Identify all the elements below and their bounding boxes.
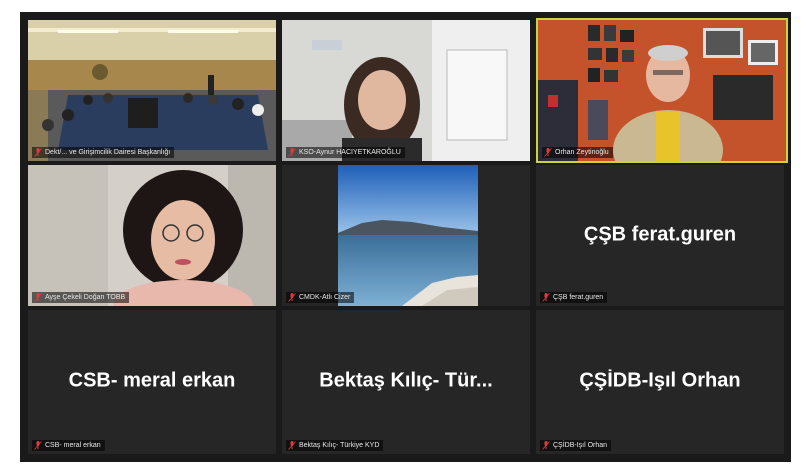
participant-name-tag: KSO-Aynur HACIYETKAROĞLU: [286, 147, 405, 158]
participant-name: ÇŞB ferat.guren: [553, 294, 604, 301]
participant-name: CMDK-Atlı Cizer: [299, 294, 351, 301]
participant-tile-7[interactable]: CSB- meral erkan CSB- meral erkan: [28, 310, 276, 454]
participant-tile-8[interactable]: Bektaş Kılıç- Tür... Bektaş Kılıç- Türki…: [282, 310, 530, 454]
participant-name-tag: Orhan Zeytinoğlu: [542, 147, 613, 158]
participant-tile-6[interactable]: ÇŞB ferat.guren ÇŞB ferat.guren: [536, 165, 784, 306]
participant-video: [28, 165, 276, 306]
participant-display-name: CSB- meral erkan: [68, 369, 236, 392]
participant-name-tag: CMDK-Atlı Cizer: [286, 292, 355, 303]
participant-name: CSB- meral erkan: [45, 442, 101, 449]
participant-tile-4[interactable]: Ayşe Çekeli Doğan TOBB: [28, 165, 276, 306]
mic-muted-icon: [288, 441, 296, 450]
mic-muted-icon: [288, 148, 296, 157]
participant-name-tag: CSB- meral erkan: [32, 440, 105, 451]
participant-name: Orhan Zeytinoğlu: [555, 149, 609, 156]
participant-video: [538, 20, 786, 161]
participant-name-tag: ÇŞB ferat.guren: [540, 292, 608, 303]
participant-video: [282, 20, 530, 161]
mic-muted-icon: [34, 441, 42, 450]
participant-name: ÇŞİDB-Işıl Orhan: [553, 442, 608, 449]
participant-tile-1[interactable]: Dekt/... ve Girişimcilik Dairesi Başkanl…: [28, 20, 276, 161]
mic-muted-icon: [34, 293, 42, 302]
mic-muted-icon: [288, 293, 296, 302]
mic-muted-icon: [544, 148, 552, 157]
participant-name-tag: ÇŞİDB-Işıl Orhan: [540, 440, 612, 451]
participant-name: Bektaş Kılıç- Türkiye KYD: [299, 442, 380, 449]
video-grid: Dekt/... ve Girişimcilik Dairesi Başkanl…: [20, 12, 791, 462]
participant-name-tag: Bektaş Kılıç- Türkiye KYD: [286, 440, 384, 451]
participant-display-name: ÇŞİDB-Işıl Orhan: [579, 369, 741, 392]
participant-tile-3-active-speaker[interactable]: Orhan Zeytinoğlu: [536, 18, 788, 163]
participant-display-name: ÇŞB ferat.guren: [583, 222, 737, 245]
mic-muted-icon: [542, 441, 550, 450]
participant-tile-5[interactable]: CMDK-Atlı Cizer: [282, 165, 530, 306]
mic-muted-icon: [34, 148, 42, 157]
participant-name: Ayşe Çekeli Doğan TOBB: [45, 294, 126, 301]
participant-name: KSO-Aynur HACIYETKAROĞLU: [299, 149, 401, 156]
participant-tile-9[interactable]: ÇŞİDB-Işıl Orhan ÇŞİDB-Işıl Orhan: [536, 310, 784, 454]
participant-tile-2[interactable]: KSO-Aynur HACIYETKAROĞLU: [282, 20, 530, 161]
participant-name-tag: Dekt/... ve Girişimcilik Dairesi Başkanl…: [32, 147, 175, 158]
participant-name: Dekt/... ve Girişimcilik Dairesi Başkanl…: [45, 149, 171, 156]
participant-display-name: Bektaş Kılıç- Tür...: [319, 369, 493, 392]
lake-landscape-video: [282, 165, 530, 306]
mic-muted-icon: [542, 293, 550, 302]
conference-room-video: [28, 20, 276, 161]
participant-name-tag: Ayşe Çekeli Doğan TOBB: [32, 292, 130, 303]
